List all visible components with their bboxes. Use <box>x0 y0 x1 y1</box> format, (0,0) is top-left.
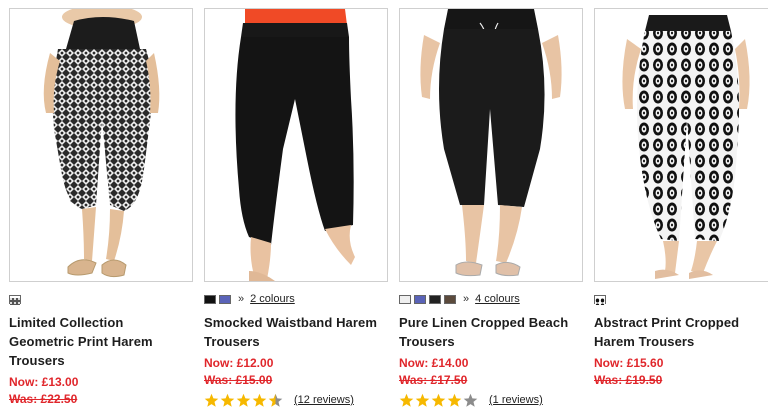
star-icon <box>431 393 446 407</box>
star-icon <box>204 393 219 407</box>
product-title[interactable]: Abstract Print Cropped Harem Trousers <box>594 313 768 351</box>
star-icon <box>252 393 267 407</box>
colour-swatch-black[interactable] <box>204 294 216 304</box>
product-title-line[interactable]: Trousers <box>9 351 191 370</box>
product-title-line[interactable]: Trousers <box>399 332 581 351</box>
colour-swatch-white[interactable] <box>399 294 411 304</box>
reviews-link[interactable]: (1 reviews) <box>489 394 543 406</box>
colour-swatch-blue[interactable] <box>414 294 426 304</box>
product-title[interactable]: Limited Collection Geometric Print Harem… <box>9 313 191 370</box>
product-title-line[interactable]: Trousers <box>204 332 386 351</box>
product-title[interactable]: Smocked Waistband Harem Trousers <box>204 313 386 351</box>
product-image[interactable] <box>9 8 193 282</box>
product-image[interactable] <box>399 8 583 282</box>
was-price: Was: £15.00 <box>204 373 273 387</box>
colour-swatches: » 2 colours <box>204 293 295 305</box>
now-price: Now: £14.00 <box>399 356 469 370</box>
star-icon <box>447 393 462 407</box>
now-price: Now: £15.60 <box>594 356 664 370</box>
colour-swatch-brown[interactable] <box>444 294 456 304</box>
star-icon <box>220 393 235 407</box>
star-icon <box>463 393 478 407</box>
star-icon <box>236 393 251 407</box>
product-rating[interactable]: (12 reviews) <box>204 391 354 409</box>
product-card[interactable]: » 4 colours Pure Linen Cropped Beach Tro… <box>399 0 583 410</box>
star-rating <box>204 393 284 408</box>
was-price: Was: £22.50 <box>9 392 78 406</box>
product-title-line[interactable]: Geometric Print Harem <box>9 332 191 351</box>
double-chevron-right-icon: » <box>238 293 245 305</box>
colour-swatch-geometric-print[interactable] <box>9 294 21 305</box>
colour-swatch-blue[interactable] <box>219 294 231 304</box>
colour-swatches <box>9 293 24 305</box>
double-chevron-right-icon: » <box>463 293 470 305</box>
colour-swatch-black[interactable] <box>429 294 441 304</box>
colour-swatches: » 4 colours <box>399 293 520 305</box>
more-colours-link[interactable]: 4 colours <box>475 293 520 305</box>
product-image[interactable] <box>204 8 388 282</box>
product-title-line[interactable]: Harem Trousers <box>594 332 768 351</box>
star-icon <box>268 393 283 407</box>
star-rating <box>399 393 479 408</box>
product-title-line[interactable]: Pure Linen Cropped Beach <box>399 313 581 332</box>
colour-swatch-abstract-print[interactable] <box>594 294 606 305</box>
now-price: Now: £13.00 <box>9 375 79 389</box>
product-card[interactable]: Limited Collection Geometric Print Harem… <box>9 0 193 410</box>
reviews-link[interactable]: (12 reviews) <box>294 394 354 406</box>
product-card[interactable]: » 2 colours Smocked Waistband Harem Trou… <box>204 0 388 410</box>
product-card[interactable]: Abstract Print Cropped Harem Trousers No… <box>594 0 768 410</box>
product-image[interactable] <box>594 8 768 282</box>
product-title-line[interactable]: Abstract Print Cropped <box>594 313 768 332</box>
star-icon <box>399 393 414 407</box>
star-icon <box>415 393 430 407</box>
product-title-line[interactable]: Smocked Waistband Harem <box>204 313 386 332</box>
was-price: Was: £19.50 <box>594 373 663 387</box>
now-price: Now: £12.00 <box>204 356 274 370</box>
more-colours-link[interactable]: 2 colours <box>250 293 295 305</box>
product-title[interactable]: Pure Linen Cropped Beach Trousers <box>399 313 581 351</box>
product-rating[interactable]: (1 reviews) <box>399 391 543 409</box>
colour-swatches <box>594 293 609 305</box>
was-price: Was: £17.50 <box>399 373 468 387</box>
product-title-line[interactable]: Limited Collection <box>9 313 191 332</box>
